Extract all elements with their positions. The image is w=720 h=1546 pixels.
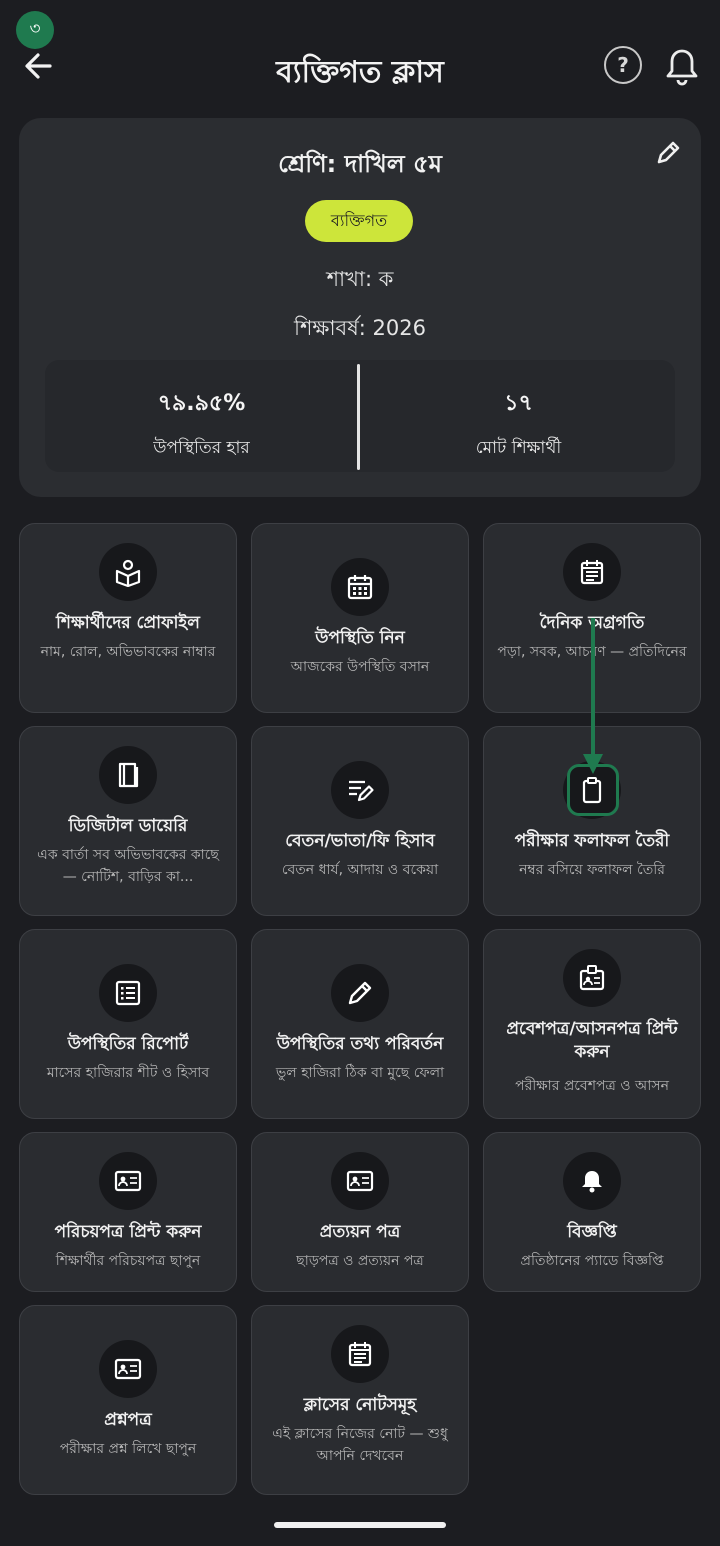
tile-edit-attendance[interactable]: উপস্থিতির তথ্য পরিবর্তন ভুল হাজিরা ঠিক ব… — [251, 929, 469, 1119]
tile-subtitle: এই ক্লাসের নিজের নোট — শুধু আপনি দেখবেন — [272, 1426, 448, 1465]
tile-title: বেতন/ভাতা/ফি হিসাব — [285, 831, 435, 851]
tile-title: পরিচয়পত্র প্রিন্ট করুন — [54, 1222, 202, 1242]
report-list-icon — [99, 964, 157, 1022]
tile-subtitle: পরীক্ষার প্রশ্ন লিখে ছাপুন — [59, 1441, 197, 1457]
tile-subtitle: পরীক্ষার প্রবেশপত্র ও আসন — [515, 1078, 669, 1094]
tile-digital-diary[interactable]: ডিজিটাল ডায়েরি এক বার্তা সব অভিভাবকের ক… — [19, 726, 237, 916]
notification-bell-icon[interactable] — [663, 46, 701, 86]
tile-title: প্রশ্নপত্র — [104, 1410, 152, 1430]
question-paper-icon — [99, 1340, 157, 1398]
tile-subtitle: আজকের উপস্থিতি বসান — [290, 659, 430, 675]
edit-note-icon — [331, 761, 389, 819]
tile-admit-card[interactable]: প্রবেশপত্র/আসনপত্র প্রিন্ট করুন পরীক্ষার… — [483, 929, 701, 1119]
tile-title: ডিজিটাল ডায়েরি — [68, 816, 188, 836]
tile-title: শিক্ষার্থীদের প্রোফাইল — [56, 613, 200, 633]
tile-subtitle: বেতন ধার্য, আদায় ও বকেয়া — [281, 862, 439, 878]
tile-title: পরীক্ষার ফলাফল তৈরী — [514, 831, 670, 851]
tile-title: উপস্থিতির তথ্য পরিবর্তন — [276, 1034, 444, 1054]
student-profile-icon — [99, 543, 157, 601]
home-indicator[interactable] — [274, 1522, 446, 1528]
tile-subtitle: প্রতিষ্ঠানের প্যাডে বিজ্ঞপ্তি — [520, 1253, 664, 1269]
tile-title: প্রবেশপত্র/আসনপত্র প্রিন্ট করুন — [506, 1019, 678, 1062]
stats-divider — [357, 364, 360, 470]
tile-take-attendance[interactable]: উপস্থিতি নিন আজকের উপস্থিতি বসান — [251, 523, 469, 713]
tile-title: উপস্থিতি নিন — [315, 628, 405, 648]
total-students-label: মোট শিক্ষার্থী — [475, 438, 562, 458]
tile-title: ক্লাসের নোটসমূহ — [303, 1395, 417, 1415]
tile-attendance-report[interactable]: উপস্থিতির রিপোর্ট মাসের হাজিরার শীট ও হি… — [19, 929, 237, 1119]
tile-subtitle: মাসের হাজিরার শীট ও হিসাব — [46, 1065, 210, 1081]
tile-title: বিজ্ঞপ্তি — [567, 1222, 617, 1242]
book-icon — [99, 746, 157, 804]
highlight-ring — [567, 764, 619, 816]
tile-title: উপস্থিতির রিপোর্ট — [67, 1034, 189, 1054]
total-students-value: ১৭ — [504, 391, 533, 416]
stats-box: ৭৯.৯৫% উপস্থিতির হার ১৭ মোট শিক্ষার্থী — [45, 360, 675, 472]
tile-subtitle: নম্বর বসিয়ে ফলাফল তৈরি — [519, 862, 665, 878]
tile-certificate[interactable]: প্রত্যয়ন পত্র ছাড়পত্র ও প্রত্যয়ন পত্র — [251, 1132, 469, 1292]
tile-subtitle: শিক্ষার্থীর পরিচয়পত্র ছাপুন — [55, 1253, 201, 1269]
tile-notice[interactable]: বিজ্ঞপ্তি প্রতিষ্ঠানের প্যাডে বিজ্ঞপ্তি — [483, 1132, 701, 1292]
tile-title: প্রত্যয়ন পত্র — [319, 1222, 401, 1242]
tile-subtitle: ছাড়পত্র ও প্রত্যয়ন পত্র — [296, 1253, 424, 1269]
total-students-stat: ১৭ মোট শিক্ষার্থী — [362, 360, 675, 472]
help-button[interactable]: ? — [604, 46, 642, 84]
calendar-icon — [331, 558, 389, 616]
class-title: শ্রেণি: দাখিল ৫ম — [278, 150, 442, 178]
attendance-rate-value: ৭৯.৯৫% — [157, 391, 246, 416]
pencil-icon — [331, 964, 389, 1022]
tile-fee-accounts[interactable]: বেতন/ভাতা/ফি হিসাব বেতন ধার্য, আদায় ও ব… — [251, 726, 469, 916]
daily-log-icon — [563, 543, 621, 601]
tile-id-card[interactable]: পরিচয়পত্র প্রিন্ট করুন শিক্ষার্থীর পরিচ… — [19, 1132, 237, 1292]
bell-icon — [563, 1152, 621, 1210]
help-icon: ? — [617, 53, 629, 77]
section-label: শাখা: ক — [326, 267, 394, 291]
attendance-rate-stat: ৭৯.৯৫% উপস্থিতির হার — [45, 360, 358, 472]
tile-subtitle: এক বার্তা সব অভিভাবকের কাছে — নোটিশ, বাড… — [37, 847, 219, 886]
attendance-rate-label: উপস্থিতির হার — [153, 438, 250, 458]
academic-year-label: শিক্ষাবর্ষ: 2026 — [294, 316, 426, 340]
tile-subtitle: ভুল হাজিরা ঠিক বা মুছে ফেলা — [275, 1065, 445, 1081]
class-info-card: শ্রেণি: দাখিল ৫ম ব্যক্তিগত শাখা: ক শিক্ষ… — [19, 118, 701, 497]
id-card-icon — [99, 1152, 157, 1210]
class-type-chip: ব্যক্তিগত — [305, 200, 413, 242]
top-bar: ব্যক্তিগত ক্লাস ? — [0, 30, 720, 102]
tile-class-notes[interactable]: ক্লাসের নোটসমূহ এই ক্লাসের নিজের নোট — শ… — [251, 1305, 469, 1495]
tile-question-paper[interactable]: প্রশ্নপত্র পরীক্ষার প্রশ্ন লিখে ছাপুন — [19, 1305, 237, 1495]
tile-subtitle: নাম, রোল, অভিভাবকের নাম্বার — [40, 644, 216, 660]
notes-icon — [331, 1325, 389, 1383]
certificate-icon — [331, 1152, 389, 1210]
badge-icon — [563, 949, 621, 1007]
guide-arrow-icon — [583, 618, 603, 774]
tile-student-profiles[interactable]: শিক্ষার্থীদের প্রোফাইল নাম, রোল, অভিভাবক… — [19, 523, 237, 713]
